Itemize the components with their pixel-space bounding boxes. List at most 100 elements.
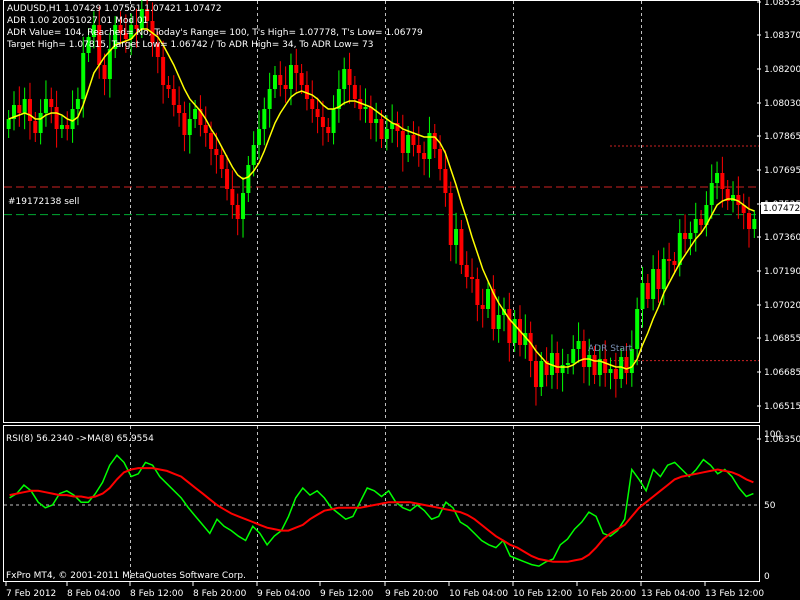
price-tick-label: 1.08370 <box>764 31 800 41</box>
candle-body <box>587 355 592 367</box>
mt4-chart-window[interactable]: 1.08535 1.08370 1.08200 1.08030 1.07865 1.076… <box>0 0 800 600</box>
candle-body <box>288 65 293 89</box>
candle-body <box>411 135 416 145</box>
candle-body <box>251 145 256 165</box>
adr-values-line: ADR Value= 104, Reached= No, Today's Ran… <box>7 28 423 38</box>
candle-body <box>363 107 368 109</box>
price-tick-label: 1.06685 <box>764 368 800 378</box>
time-tick-label: 8 Feb 04:00 <box>67 589 121 599</box>
candle-body <box>235 205 240 219</box>
candle-body <box>17 105 22 113</box>
time-tick-label: 13 Feb 04:00 <box>641 589 700 599</box>
candle-body <box>683 233 688 239</box>
candle-body <box>443 169 448 193</box>
rsi-tick-label: 0 <box>764 572 770 582</box>
candle-body <box>592 355 597 375</box>
price-tick-label: 1.07360 <box>764 233 800 243</box>
horizontal-levels <box>4 145 759 362</box>
candle-body <box>438 149 443 169</box>
current-price-label: 1.07472 <box>763 204 800 214</box>
grid-lines <box>4 1 759 581</box>
candle-body <box>470 277 475 279</box>
candle-body <box>294 65 299 73</box>
adr-indicator-name: ADR 1.00 20051027 01 Mod 01 <box>7 16 148 26</box>
candle-body <box>565 363 570 365</box>
order-sell-label[interactable]: #19172138 sell <box>8 197 79 207</box>
candle-body <box>241 193 246 219</box>
candle-body <box>560 365 565 373</box>
current-price-tag: 1.07472 <box>761 202 800 214</box>
candle-body <box>651 269 656 299</box>
candle-body <box>246 165 251 193</box>
price-tick-label: 1.06855 <box>764 334 800 344</box>
candle-body <box>613 369 618 379</box>
candle-body <box>230 189 235 205</box>
candle-body <box>54 107 59 129</box>
candle-body <box>310 99 315 109</box>
time-tick-label: 13 Feb 12:00 <box>705 589 764 599</box>
candle-body <box>747 213 752 229</box>
candle-body <box>65 125 70 129</box>
candle-body <box>43 99 48 113</box>
candle-body <box>187 119 192 135</box>
time-tick-label: 7 Feb 2012 <box>6 589 56 599</box>
candle-body <box>214 149 219 155</box>
time-tick-label: 9 Feb 12:00 <box>320 589 374 599</box>
candle-body <box>193 109 198 119</box>
candle-body <box>70 109 75 129</box>
candle-body <box>6 119 11 129</box>
candle-body <box>283 85 288 89</box>
candle-body <box>161 57 166 85</box>
main-chart-border <box>3 0 760 423</box>
candle-body <box>528 333 533 361</box>
candle-body <box>720 173 725 189</box>
candle-body <box>299 73 304 85</box>
copyright-text: FxPro MT4, © 2001-2011 MetaQuotes Softwa… <box>6 571 246 581</box>
candle-body <box>480 305 485 309</box>
candle-body <box>667 259 672 261</box>
price-tick-label: 1.06515 <box>764 402 800 412</box>
candle-body <box>539 361 544 387</box>
rsi-axis: 100 50 0 <box>764 430 781 582</box>
candle-body <box>533 361 538 387</box>
candle-body <box>278 75 283 85</box>
candle-body <box>262 109 267 129</box>
candle-body <box>459 229 464 265</box>
candle-body <box>422 153 427 159</box>
candle-body <box>38 113 43 133</box>
candle-body <box>464 265 469 277</box>
candle-body <box>272 75 277 89</box>
price-tick-label: 1.08535 <box>764 0 800 8</box>
candle-body <box>27 99 32 121</box>
candle-body <box>368 107 373 123</box>
price-tick-label: 1.07190 <box>764 267 800 277</box>
candle-body <box>81 53 86 99</box>
candle-body <box>171 89 176 105</box>
price-tick-label: 1.07695 <box>764 166 800 176</box>
rsi-tick-label: 50 <box>764 501 776 511</box>
candle-body <box>656 269 661 289</box>
candle-body <box>166 85 171 89</box>
candle-body <box>448 193 453 245</box>
candle-body <box>624 357 629 373</box>
candle-body <box>209 133 214 149</box>
price-axis: 1.08535 1.08370 1.08200 1.08030 1.07865 1.076… <box>757 0 800 445</box>
candle-body <box>603 359 608 373</box>
candle-body <box>709 183 714 205</box>
candle-body <box>22 99 27 113</box>
price-tick-label: 1.08030 <box>764 99 800 109</box>
candle-body <box>581 341 586 367</box>
time-tick-label: 10 Feb 12:00 <box>513 589 572 599</box>
time-tick-label: 8 Feb 20:00 <box>193 589 247 599</box>
candle-body <box>379 119 384 139</box>
candle-body <box>59 125 64 129</box>
candle-body <box>177 105 182 113</box>
candle-body <box>342 69 347 89</box>
candle-body <box>347 69 352 85</box>
time-tick-label: 9 Feb 20:00 <box>385 589 439 599</box>
candle-body <box>267 89 272 109</box>
candle-body <box>715 173 720 183</box>
candle-body <box>507 309 512 343</box>
candle-body <box>640 283 645 309</box>
time-tick-label: 10 Feb 04:00 <box>449 589 508 599</box>
